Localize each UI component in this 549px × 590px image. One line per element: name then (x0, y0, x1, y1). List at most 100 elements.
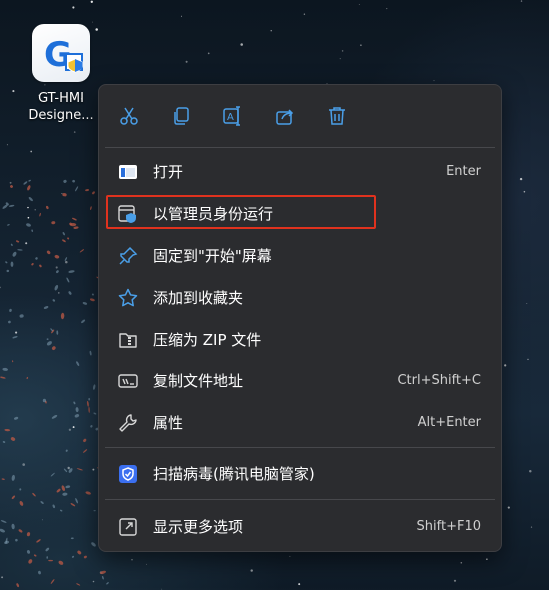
leaf (63, 468, 68, 473)
annotation-highlight-box (106, 195, 376, 229)
desktop-background: G GT-HMI Designe... A 打开 Enter 以管理员身份运行 … (0, 0, 549, 590)
cut-button[interactable] (114, 101, 144, 131)
leaf (28, 559, 33, 564)
leaf (12, 251, 17, 257)
leaf (70, 503, 76, 507)
leaf (10, 437, 16, 441)
menu-item-pin-to-start[interactable]: 固定到"开始"屏幕 (105, 237, 495, 275)
leaf (13, 416, 19, 420)
leaf (43, 306, 49, 309)
leaf (74, 414, 80, 418)
leaf (46, 250, 51, 255)
pin-icon (118, 246, 138, 266)
leaf (72, 179, 75, 183)
leaf (58, 560, 64, 565)
menu-item-label: 属性 (153, 414, 184, 432)
leaf (26, 223, 31, 227)
leaf (59, 509, 63, 512)
leaf (76, 583, 81, 586)
leaf (90, 425, 93, 428)
leaf (51, 415, 58, 419)
leaf (72, 217, 77, 221)
leaf (89, 298, 95, 302)
menu-item-label: 显示更多选项 (153, 518, 244, 536)
leaf (73, 226, 79, 229)
leaf (11, 523, 15, 530)
leaf (28, 179, 31, 182)
leaf (50, 579, 55, 584)
leaf (88, 397, 91, 401)
leaf (92, 191, 95, 195)
leaf (50, 472, 55, 477)
leaf (31, 263, 34, 266)
leaf (16, 583, 20, 588)
leaf (5, 261, 8, 264)
leaf (85, 189, 90, 192)
leaf (10, 185, 13, 188)
leaf (39, 264, 42, 268)
menu-item-properties[interactable]: 属性 Alt+Enter (105, 404, 495, 442)
menu-divider (105, 447, 495, 448)
leaf (90, 206, 92, 210)
copy-button[interactable] (166, 101, 196, 131)
share-button[interactable] (270, 101, 300, 131)
leaf (71, 555, 75, 558)
desktop-icon-gt-hmi[interactable]: G GT-HMI Designe... (18, 24, 104, 124)
leaf (75, 498, 79, 504)
wrench-icon (118, 413, 138, 433)
menu-item-label: 添加到收藏夹 (153, 289, 244, 307)
leaf (33, 554, 37, 557)
leaf (92, 384, 96, 390)
menu-item-copy-path[interactable]: 复制文件地址 Ctrl+Shift+C (105, 362, 495, 400)
delete-button[interactable] (322, 101, 352, 131)
leaf (93, 510, 96, 512)
leaf (26, 376, 29, 380)
leaf (48, 559, 53, 562)
leaf (7, 224, 10, 226)
leaf (76, 468, 83, 471)
leaf (32, 492, 36, 497)
leaf (82, 302, 88, 305)
leaf (26, 532, 31, 537)
leaf (45, 547, 50, 552)
leaf (46, 338, 49, 341)
leaf (46, 341, 52, 346)
leaf (54, 254, 60, 259)
leaf (83, 449, 88, 453)
leaf (36, 539, 41, 543)
leaf (9, 308, 12, 312)
leaf (83, 438, 87, 443)
scissors-icon (120, 107, 138, 125)
menu-item-add-to-favorites[interactable]: 添加到收藏夹 (105, 279, 495, 317)
menu-item-virus-scan[interactable]: 扫描病毒(腾讯电脑管家) (105, 455, 495, 493)
leaf (51, 221, 56, 225)
leaf (1, 478, 5, 480)
leaf (70, 537, 74, 540)
leaf (52, 299, 56, 302)
leaf (2, 367, 8, 371)
rename-button[interactable]: A (217, 101, 247, 131)
leaf (35, 257, 38, 260)
copy-path-icon (118, 371, 138, 391)
leaf (19, 314, 24, 318)
leaf (75, 186, 79, 192)
menu-item-open[interactable]: 打开 Enter (105, 153, 495, 191)
more-options-icon (118, 517, 138, 537)
star-icon (118, 288, 138, 308)
menu-item-compress-zip[interactable]: 压缩为 ZIP 文件 (105, 321, 495, 359)
context-menu-toolbar: A (99, 85, 501, 145)
leaf (79, 249, 85, 253)
menu-item-show-more-options[interactable]: 显示更多选项 Shift+F10 (105, 508, 495, 546)
trash-icon (329, 107, 345, 125)
leaf (62, 193, 67, 197)
leaf (76, 361, 80, 366)
leaf (23, 181, 28, 185)
leaf (62, 239, 66, 243)
leaf (62, 232, 65, 236)
leaf (15, 538, 18, 542)
gt-hmi-app-icon: G (32, 24, 90, 82)
leaf (11, 474, 15, 481)
leaf (66, 277, 70, 283)
leaf (85, 491, 91, 495)
leaf (61, 485, 66, 492)
